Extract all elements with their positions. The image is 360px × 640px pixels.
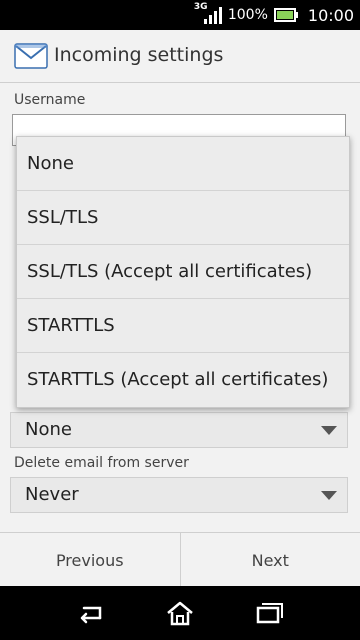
page-title: Incoming settings bbox=[54, 44, 224, 66]
security-type-value: None bbox=[25, 419, 72, 440]
username-label: Username bbox=[14, 92, 86, 108]
status-bar: 3G 100% 10:00 bbox=[0, 0, 360, 30]
back-icon[interactable] bbox=[70, 598, 110, 628]
signal-icon: 3G bbox=[194, 2, 222, 26]
status-icons: 3G 100% 10:00 bbox=[194, 0, 354, 30]
battery-percent: 100% bbox=[227, 7, 268, 23]
email-envelope-icon[interactable] bbox=[14, 42, 48, 70]
delete-email-value: Never bbox=[25, 484, 79, 505]
next-button[interactable]: Next bbox=[181, 533, 360, 587]
navigation-bar bbox=[0, 586, 360, 640]
home-icon[interactable] bbox=[160, 598, 200, 628]
battery-icon bbox=[273, 8, 298, 22]
security-type-select[interactable]: None bbox=[10, 412, 348, 448]
dropdown-option-starttls[interactable]: STARTTLS bbox=[17, 299, 349, 353]
dropdown-option-ssl-tls-accept-all[interactable]: SSL/TLS (Accept all certificates) bbox=[17, 245, 349, 299]
recent-apps-icon[interactable] bbox=[250, 598, 290, 628]
clock: 10:00 bbox=[307, 5, 354, 25]
delete-email-label: Delete email from server bbox=[14, 455, 189, 471]
chevron-down-icon bbox=[321, 491, 337, 500]
security-type-dropdown: None SSL/TLS SSL/TLS (Accept all certifi… bbox=[16, 136, 350, 408]
dropdown-option-none[interactable]: None bbox=[17, 137, 349, 191]
dropdown-option-ssl-tls[interactable]: SSL/TLS bbox=[17, 191, 349, 245]
chevron-down-icon bbox=[321, 426, 337, 435]
delete-email-select[interactable]: Never bbox=[10, 477, 348, 513]
previous-button[interactable]: Previous bbox=[0, 533, 181, 587]
app-bar: Incoming settings bbox=[0, 30, 360, 83]
bottom-button-bar: Previous Next bbox=[0, 532, 360, 587]
dropdown-option-starttls-accept-all[interactable]: STARTTLS (Accept all certificates) bbox=[17, 353, 349, 407]
